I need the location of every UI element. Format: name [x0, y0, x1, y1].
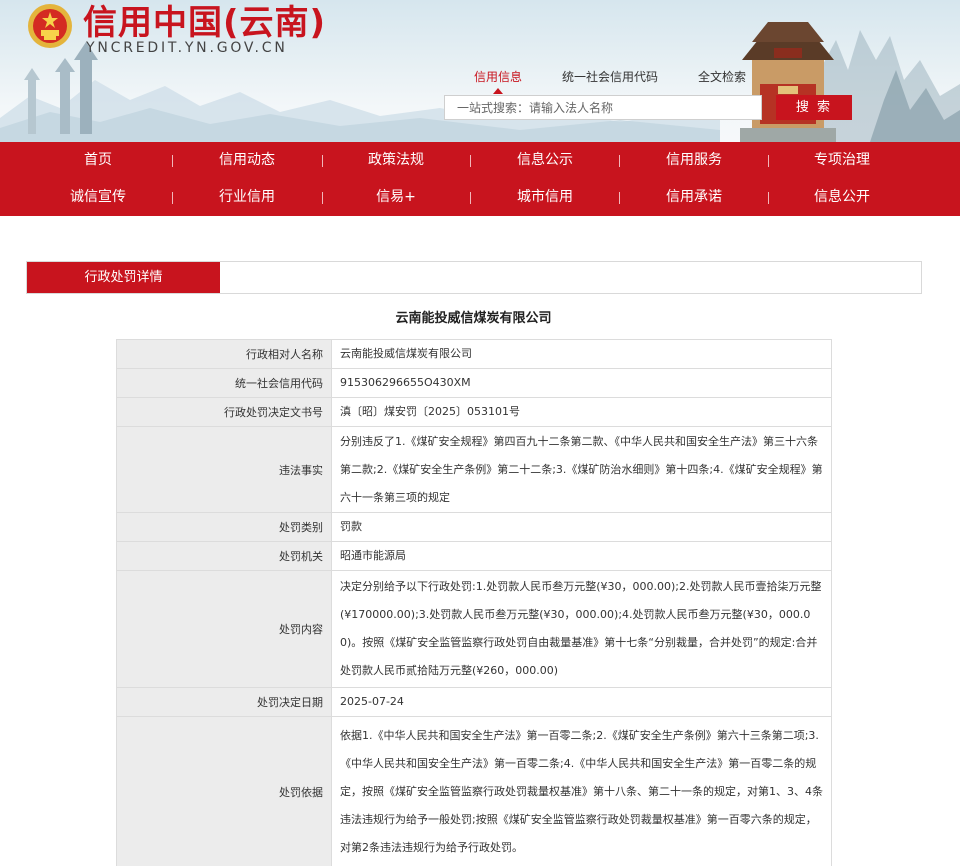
field-value: 罚款 — [331, 512, 832, 542]
nav-item-credit-news[interactable]: 信用动态 — [172, 142, 322, 179]
nav-item-city-credit[interactable]: 城市信用 — [470, 179, 620, 216]
penalty-detail-table: 行政相对人名称 云南能投威信煤炭有限公司 统一社会信用代码 9153062966… — [116, 339, 832, 866]
nav-item-info-disclosure[interactable]: 信息公开 — [767, 179, 917, 216]
nav-item-credit-service[interactable]: 信用服务 — [619, 142, 769, 179]
search-tab-credit-info[interactable]: 信用信息 — [474, 69, 522, 94]
table-row: 处罚决定日期 2025-07-24 — [116, 687, 832, 717]
nav-item-home[interactable]: 首页 — [23, 142, 173, 179]
field-label: 行政处罚决定文书号 — [116, 397, 332, 427]
table-row: 处罚依据 依据1.《中华人民共和国安全生产法》第一百零二条;2.《煤矿安全生产条… — [116, 716, 832, 866]
search-tab-fulltext[interactable]: 全文检索 — [698, 69, 746, 85]
main-nav: 首页 信用动态 政策法规 信息公示 信用服务 专项治理 诚信宣传 行业信用 信易… — [0, 142, 960, 216]
field-value: 依据1.《中华人民共和国安全生产法》第一百零二条;2.《煤矿安全生产条例》第六十… — [331, 716, 832, 866]
field-label: 统一社会信用代码 — [116, 368, 332, 398]
field-value: 昭通市能源局 — [331, 541, 832, 571]
table-row: 违法事实 分别违反了1.《煤矿安全规程》第四百九十二条第二款、《中华人民共和国安… — [116, 426, 832, 513]
search-tab-credit-code[interactable]: 统一社会信用代码 — [562, 69, 658, 85]
nav-item-policies[interactable]: 政策法规 — [321, 142, 471, 179]
field-value: 决定分别给予以下行政处罚:1.处罚款人民币叁万元整(¥30，000.00);2.… — [331, 570, 832, 688]
nav-item-special-governance[interactable]: 专项治理 — [767, 142, 917, 179]
company-name: 云南能投威信煤炭有限公司 — [395, 311, 552, 326]
field-label: 处罚内容 — [116, 570, 332, 688]
field-label: 处罚机关 — [116, 541, 332, 571]
table-row: 处罚内容 决定分别给予以下行政处罚:1.处罚款人民币叁万元整(¥30，000.0… — [116, 570, 832, 688]
field-value: 分别违反了1.《煤矿安全规程》第四百九十二条第二款、《中华人民共和国安全生产法》… — [331, 426, 832, 513]
field-label: 处罚决定日期 — [116, 687, 332, 717]
table-row: 处罚机关 昭通市能源局 — [116, 541, 832, 571]
field-label: 处罚依据 — [116, 716, 332, 866]
field-value: 915306296655O430XM — [331, 368, 832, 398]
field-label: 处罚类别 — [116, 512, 332, 542]
site-header: 信用中国(云南) YNCREDIT.YN.GOV.CN 信用信息 统一社会信用代… — [0, 0, 960, 142]
table-row: 统一社会信用代码 915306296655O430XM — [116, 368, 832, 398]
nav-item-credit-commitment[interactable]: 信用承诺 — [619, 179, 769, 216]
table-row: 行政处罚决定文书号 滇〔昭〕煤安罚〔2025〕053101号 — [116, 397, 832, 427]
nav-row-2: 诚信宣传 行业信用 信易+ 城市信用 信用承诺 信息公开 — [0, 179, 960, 216]
nav-item-industry-credit[interactable]: 行业信用 — [172, 179, 322, 216]
field-value: 滇〔昭〕煤安罚〔2025〕053101号 — [331, 397, 832, 427]
field-value: 2025-07-24 — [331, 687, 832, 717]
nav-item-info-publicity[interactable]: 信息公示 — [470, 142, 620, 179]
table-row: 处罚类别 罚款 — [116, 512, 832, 542]
search-input[interactable] — [444, 95, 762, 120]
table-row: 行政相对人名称 云南能投威信煤炭有限公司 — [116, 339, 832, 369]
national-emblem-icon — [28, 4, 72, 48]
field-label: 行政相对人名称 — [116, 339, 332, 369]
field-value: 云南能投威信煤炭有限公司 — [331, 339, 832, 369]
nav-row-1: 首页 信用动态 政策法规 信息公示 信用服务 专项治理 — [0, 142, 960, 179]
tab-penalty-detail[interactable]: 行政处罚详情 — [27, 262, 220, 293]
field-label: 违法事实 — [116, 426, 332, 513]
nav-item-xinyi-plus[interactable]: 信易+ — [321, 179, 471, 216]
section-header: 行政处罚详情 — [26, 261, 922, 294]
search-button[interactable]: 搜 索 — [776, 95, 852, 120]
nav-item-integrity-promo[interactable]: 诚信宣传 — [23, 179, 173, 216]
site-url: YNCREDIT.YN.GOV.CN — [86, 40, 288, 56]
